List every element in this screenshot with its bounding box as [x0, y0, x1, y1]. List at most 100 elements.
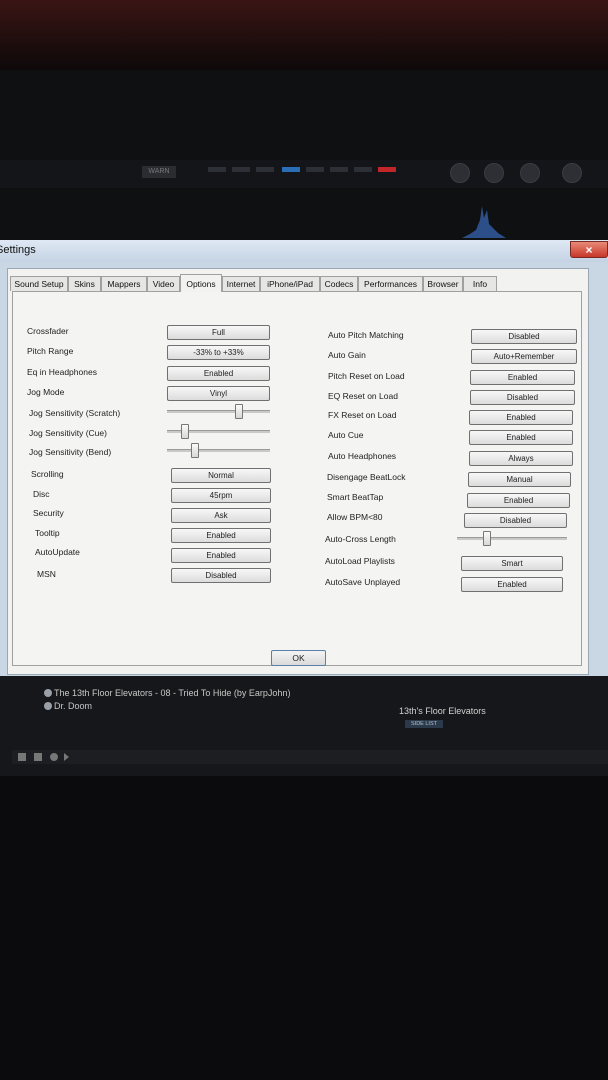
side-list-button[interactable]: SIDE LIST	[405, 720, 443, 728]
close-icon: ×	[585, 243, 593, 257]
browser-toolbar	[12, 750, 608, 764]
list-item[interactable]: The 13th Floor Elevators - 08 - Tried To…	[44, 688, 290, 698]
autoupdate-label: AutoUpdate	[35, 547, 80, 557]
slider-thumb[interactable]	[235, 404, 243, 419]
level-meter	[208, 167, 226, 172]
tooltip-button[interactable]: Enabled	[171, 528, 271, 543]
autosave-unplayed-label: AutoSave Unplayed	[325, 577, 401, 587]
slider-track	[167, 449, 270, 452]
disengage-beatlock-label: Disengage BeatLock	[327, 472, 406, 482]
tab-info[interactable]: Info	[463, 276, 497, 291]
jog-bend-slider[interactable]	[167, 443, 270, 458]
jog-bend-label: Jog Sensitivity (Bend)	[29, 447, 112, 457]
allow-bpm-button[interactable]: Disabled	[464, 513, 567, 528]
auto-headphones-label: Auto Headphones	[328, 451, 397, 461]
fx-reset-button[interactable]: Enabled	[469, 410, 573, 425]
pitch-range-button[interactable]: -33% to +33%	[167, 345, 270, 360]
tab-video[interactable]: Video	[147, 276, 180, 291]
smart-beattap-label: Smart BeatTap	[327, 492, 384, 502]
tab-skins[interactable]: Skins	[68, 276, 101, 291]
minus-icon[interactable]	[18, 753, 26, 761]
level-meter	[354, 167, 372, 172]
tab-internet[interactable]: Internet	[222, 276, 260, 291]
level-meter	[306, 167, 324, 172]
tab-browser[interactable]: Browser	[423, 276, 463, 291]
disc-label: Disc	[33, 489, 50, 499]
tab-iphone-ipad[interactable]: iPhone/iPad	[260, 276, 320, 291]
close-button[interactable]: ×	[570, 241, 608, 258]
jog-scratch-label: Jog Sensitivity (Scratch)	[29, 408, 121, 418]
autoupdate-button[interactable]: Enabled	[171, 548, 271, 563]
headphone-knob[interactable]	[484, 163, 504, 183]
crossfader-label: Crossfader	[27, 326, 69, 336]
scrolling-button[interactable]: Normal	[171, 468, 271, 483]
eq-reset-button[interactable]: Disabled	[470, 390, 575, 405]
pitch-reset-label: Pitch Reset on Load	[328, 371, 405, 381]
jog-mode-button[interactable]: Vinyl	[167, 386, 270, 401]
auto-cross-length-slider[interactable]	[457, 531, 567, 546]
pitch-range-label: Pitch Range	[27, 346, 74, 356]
pitch-reset-button[interactable]: Enabled	[470, 370, 575, 385]
lock-icon[interactable]	[34, 753, 42, 761]
settings-window: Settings × Sound Setup Skins Mappers Vid…	[0, 240, 608, 684]
tab-mappers[interactable]: Mappers	[101, 276, 147, 291]
autosave-unplayed-button[interactable]: Enabled	[461, 577, 563, 592]
background-glare	[0, 0, 608, 70]
list-item[interactable]: Dr. Doom	[44, 701, 92, 711]
auto-headphones-button[interactable]: Always	[469, 451, 573, 466]
disengage-beatlock-button[interactable]: Manual	[468, 472, 571, 487]
track-icon	[44, 702, 52, 710]
auto-cross-length-label: Auto-Cross Length	[325, 534, 396, 544]
level-meter-active	[282, 167, 300, 172]
warn-indicator: WARN	[142, 166, 176, 178]
tab-codecs[interactable]: Codecs	[320, 276, 358, 291]
jog-scratch-slider[interactable]	[167, 404, 270, 419]
play-arrow-icon[interactable]	[64, 753, 69, 761]
autoload-playlists-button[interactable]: Smart	[461, 556, 563, 571]
slider-track	[457, 537, 567, 540]
jog-mode-label: Jog Mode	[27, 387, 65, 397]
waveform-display	[462, 206, 506, 238]
level-meter	[232, 167, 250, 172]
tab-performances[interactable]: Performances	[358, 276, 423, 291]
msn-button[interactable]: Disabled	[171, 568, 271, 583]
jog-cue-slider[interactable]	[167, 424, 270, 439]
slider-thumb[interactable]	[483, 531, 491, 546]
eq-headphones-button[interactable]: Enabled	[167, 366, 270, 381]
master-volume-knob[interactable]	[562, 163, 582, 183]
level-meter	[330, 167, 348, 172]
auto-gain-button[interactable]: Auto+Remember	[471, 349, 577, 364]
jog-cue-label: Jog Sensitivity (Cue)	[29, 428, 107, 438]
security-label: Security	[33, 508, 64, 518]
side-panel-title: 13th's Floor Elevators	[399, 706, 486, 716]
deck-area	[0, 70, 608, 245]
auto-pitch-button[interactable]: Disabled	[471, 329, 577, 344]
volume-knob[interactable]	[450, 163, 470, 183]
tab-options[interactable]: Options	[180, 274, 222, 292]
auto-gain-label: Auto Gain	[328, 350, 366, 360]
disc-button[interactable]: 45rpm	[171, 488, 271, 503]
track-icon	[44, 689, 52, 697]
slider-thumb[interactable]	[181, 424, 189, 439]
crossfader-button[interactable]: Full	[167, 325, 270, 340]
smart-beattap-button[interactable]: Enabled	[467, 493, 570, 508]
master-knob[interactable]	[520, 163, 540, 183]
scrolling-label: Scrolling	[31, 469, 64, 479]
options-panel: Crossfader Full Pitch Range -33% to +33%…	[12, 291, 582, 666]
search-icon[interactable]	[50, 753, 58, 761]
file-browser: The 13th Floor Elevators - 08 - Tried To…	[0, 676, 608, 776]
track-title: The 13th Floor Elevators - 08 - Tried To…	[54, 688, 291, 698]
fx-reset-label: FX Reset on Load	[328, 410, 397, 420]
settings-client-area: Sound Setup Skins Mappers Video Options …	[7, 268, 589, 675]
tooltip-label: Tooltip	[35, 528, 60, 538]
eq-headphones-label: Eq in Headphones	[27, 367, 97, 377]
allow-bpm-label: Allow BPM<80	[327, 512, 383, 522]
autoload-playlists-label: AutoLoad Playlists	[325, 556, 395, 566]
ok-button[interactable]: OK	[271, 650, 326, 666]
tab-sound-setup[interactable]: Sound Setup	[10, 276, 68, 291]
auto-cue-button[interactable]: Enabled	[469, 430, 573, 445]
security-button[interactable]: Ask	[171, 508, 271, 523]
slider-thumb[interactable]	[191, 443, 199, 458]
eq-reset-label: EQ Reset on Load	[328, 391, 398, 401]
msn-label: MSN	[37, 569, 56, 579]
